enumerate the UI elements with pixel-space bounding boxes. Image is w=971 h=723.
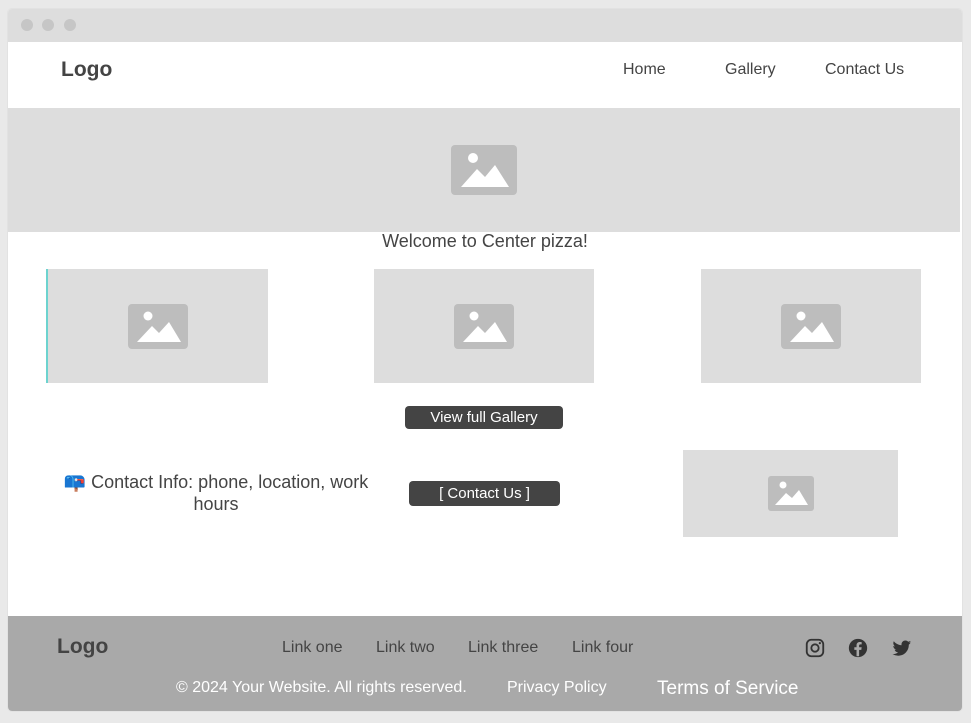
contact-info-label: Contact Info: phone, location, work hour… <box>91 472 369 514</box>
facebook-icon[interactable] <box>847 637 869 659</box>
footer-copyright: © 2024 Your Website. All rights reserved… <box>176 679 467 696</box>
top-navigation: Logo Home Gallery Contact Us <box>8 42 962 108</box>
footer-link-three[interactable]: Link three <box>468 639 538 657</box>
view-gallery-button[interactable]: View full Gallery <box>405 406 563 429</box>
gallery-image-2[interactable] <box>374 269 594 383</box>
gallery-image-3[interactable] <box>701 269 921 383</box>
header-logo[interactable]: Logo <box>61 58 112 82</box>
nav-gallery-link[interactable]: Gallery <box>725 61 776 79</box>
maximize-dot[interactable] <box>64 19 76 31</box>
browser-window: Logo Home Gallery Contact Us Welcome to … <box>8 9 962 711</box>
terms-of-service-link[interactable]: Terms of Service <box>657 678 798 700</box>
twitter-icon[interactable] <box>891 637 913 659</box>
gallery-image-1[interactable] <box>46 269 268 383</box>
contact-us-button[interactable]: [ Contact Us ] <box>409 481 560 506</box>
image-placeholder-icon <box>781 303 841 349</box>
minimize-dot[interactable] <box>42 19 54 31</box>
image-placeholder-icon <box>454 303 514 349</box>
close-dot[interactable] <box>21 19 33 31</box>
privacy-policy-link[interactable]: Privacy Policy <box>507 679 607 697</box>
contact-info-text: 📪 Contact Info: phone, location, work ho… <box>56 471 376 515</box>
image-placeholder-icon <box>767 476 814 511</box>
nav-contact-link[interactable]: Contact Us <box>825 61 904 79</box>
mailbox-icon: 📪 <box>63 472 87 492</box>
image-placeholder-icon <box>128 303 188 349</box>
footer-link-two[interactable]: Link two <box>376 639 435 657</box>
footer-link-four[interactable]: Link four <box>572 639 633 657</box>
page-footer: Logo Link one Link two Link three Link f… <box>8 616 962 711</box>
nav-home-link[interactable]: Home <box>623 61 666 79</box>
image-placeholder-icon <box>451 145 517 195</box>
footer-link-one[interactable]: Link one <box>282 639 343 657</box>
welcome-heading: Welcome to Center pizza! <box>382 231 588 251</box>
footer-logo[interactable]: Logo <box>57 635 108 659</box>
hero-image <box>8 108 960 232</box>
contact-image <box>683 450 898 537</box>
instagram-icon[interactable] <box>804 637 826 659</box>
window-titlebar <box>8 9 962 42</box>
